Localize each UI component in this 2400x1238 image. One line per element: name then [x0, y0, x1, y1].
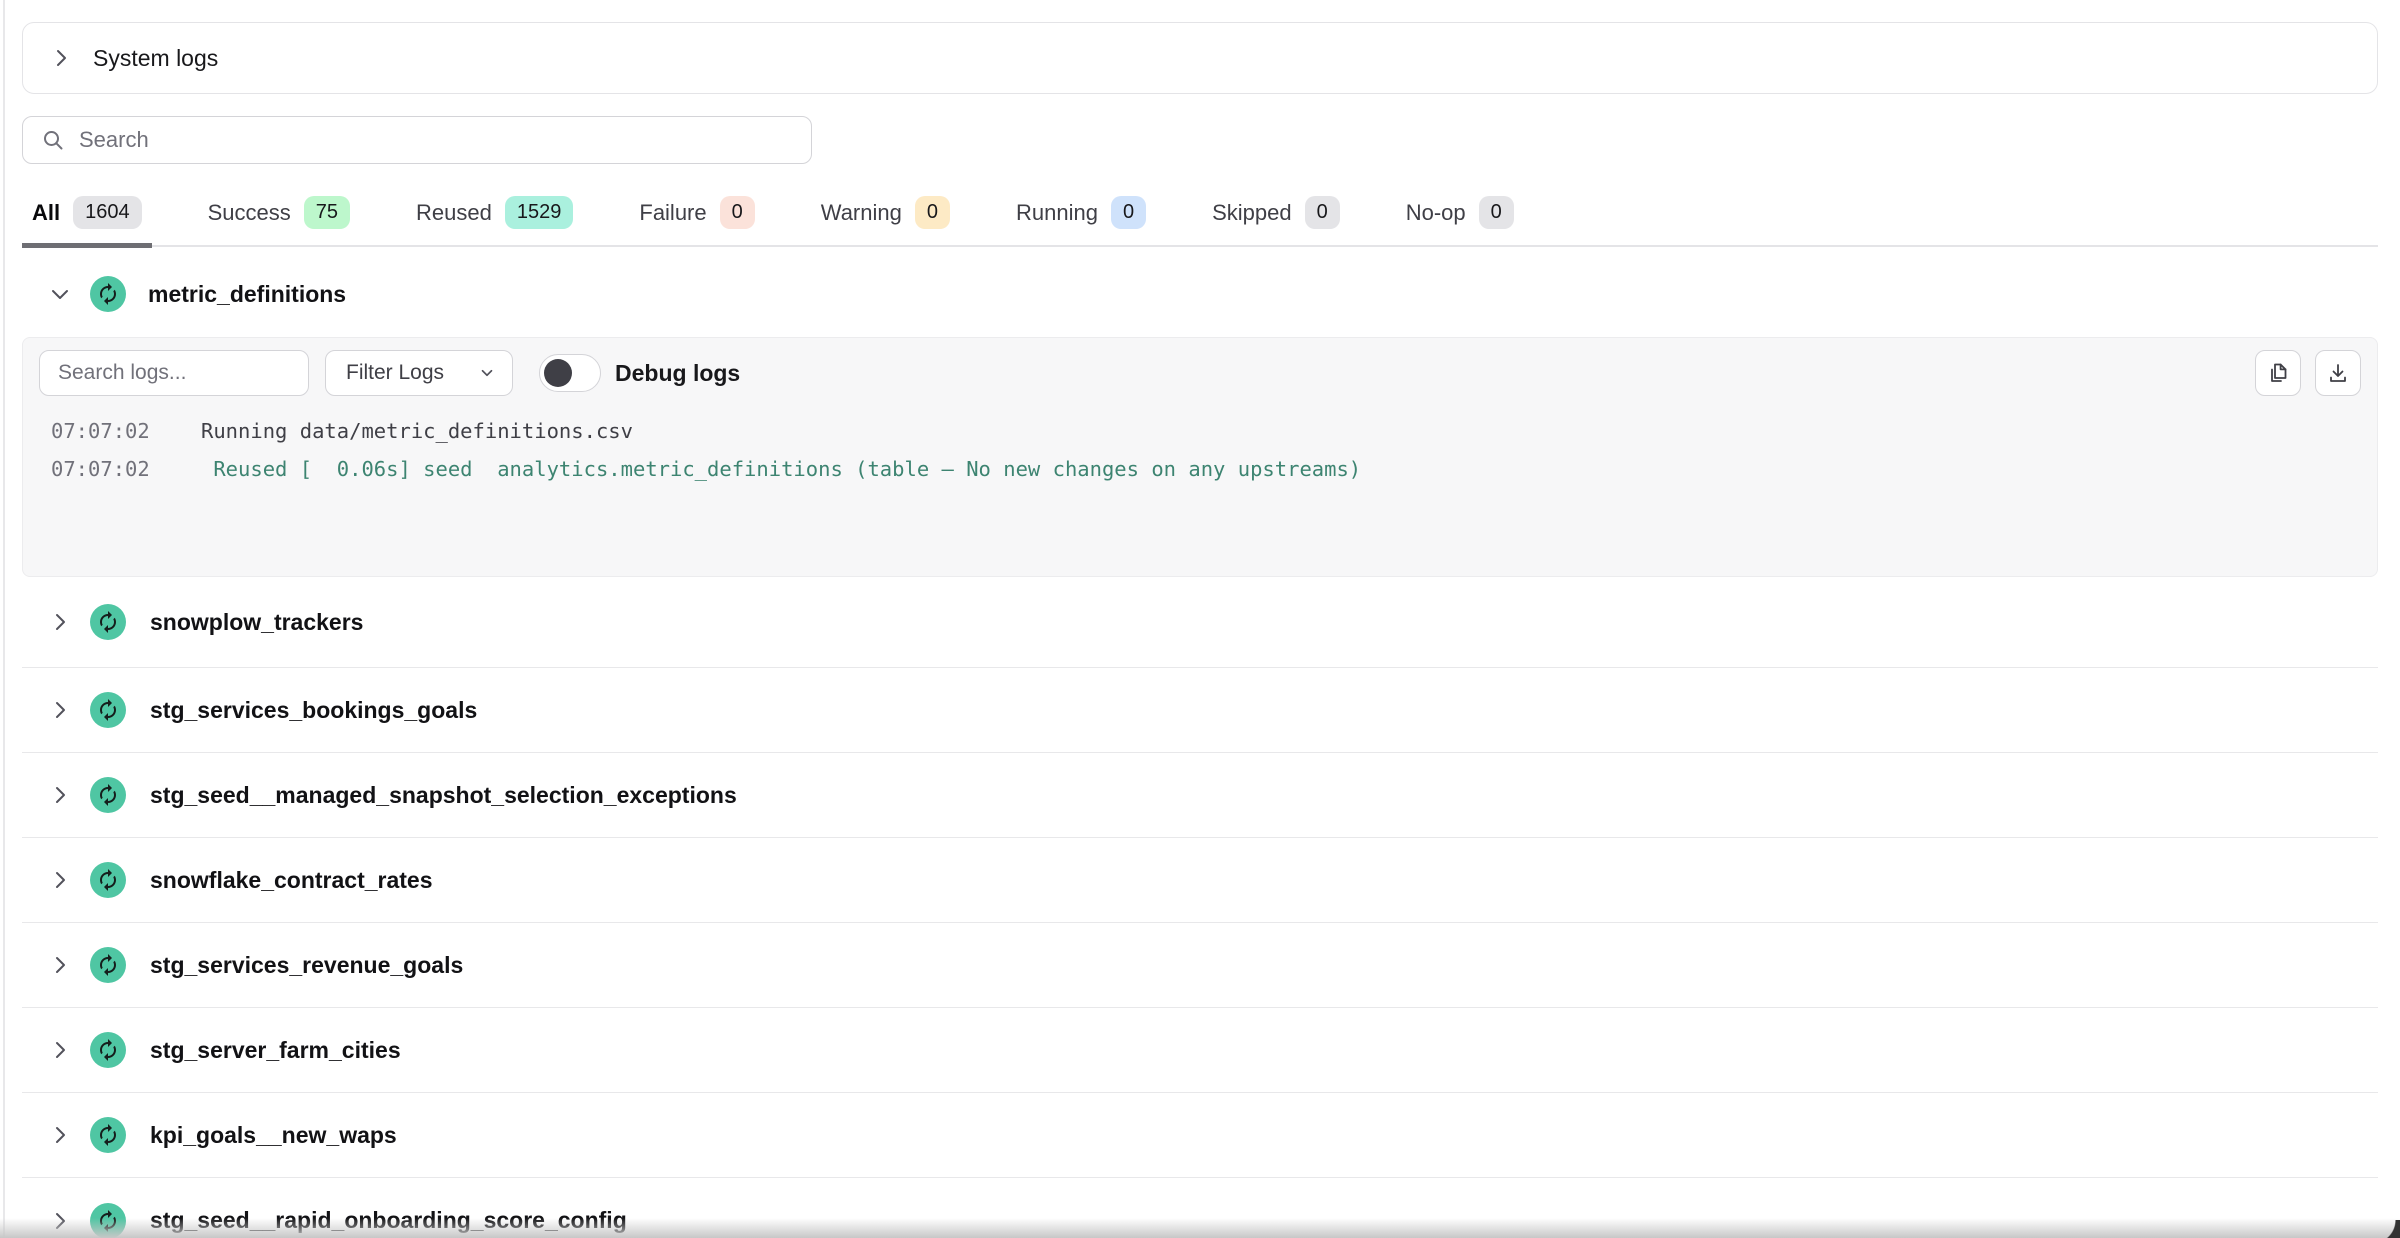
- model-row-metric_definitions[interactable]: metric_definitions: [22, 269, 2378, 319]
- model-row-stg_server_farm_cities[interactable]: stg_server_farm_cities: [22, 1008, 2378, 1093]
- chevron-right-icon: [48, 698, 72, 722]
- model-name: kpi_goals__new_waps: [150, 1122, 397, 1149]
- panel-left-divider: [3, 0, 5, 1238]
- search-box: [22, 116, 812, 164]
- log-timestamp: 07:07:02: [51, 412, 201, 450]
- model-name: stg_services_bookings_goals: [150, 697, 477, 724]
- sync-icon: [90, 276, 126, 312]
- count-badge: 1604: [73, 196, 142, 229]
- log-timestamp: 07:07:02: [51, 450, 201, 488]
- main-content: System logs All 1604 Success 75 Reused 1…: [22, 0, 2378, 1238]
- sync-icon: [90, 604, 126, 640]
- debug-logs-label: Debug logs: [615, 360, 740, 387]
- log-message: Reused [ 0.06s] seed analytics.metric_de…: [201, 450, 1361, 488]
- debug-logs-toggle[interactable]: [539, 354, 601, 392]
- sync-icon: [90, 1032, 126, 1068]
- model-name: stg_services_revenue_goals: [150, 952, 463, 979]
- search-input[interactable]: [79, 127, 793, 153]
- chevron-right-icon: [48, 953, 72, 977]
- log-line: 07:07:02 Reused [ 0.06s] seed analytics.…: [51, 450, 2361, 488]
- search-icon: [41, 128, 65, 152]
- chevron-right-icon: [48, 783, 72, 807]
- model-name: snowflake_contract_rates: [150, 867, 433, 894]
- search-logs-input[interactable]: [39, 350, 309, 396]
- model-row-stg_services_revenue_goals[interactable]: stg_services_revenue_goals: [22, 923, 2378, 1008]
- model-row-snowflake_contract_rates[interactable]: snowflake_contract_rates: [22, 838, 2378, 923]
- model-row-stg_seed__managed_snapshot_selection_exceptions[interactable]: stg_seed__managed_snapshot_selection_exc…: [22, 753, 2378, 838]
- sync-icon: [90, 1117, 126, 1153]
- log-line: 07:07:02 Running data/metric_definitions…: [51, 412, 2361, 450]
- model-name: stg_seed__managed_snapshot_selection_exc…: [150, 782, 737, 809]
- count-badge: 0: [720, 196, 755, 229]
- system-logs-label: System logs: [93, 45, 218, 72]
- count-badge: 1529: [505, 196, 574, 229]
- run-results-page: System logs All 1604 Success 75 Reused 1…: [0, 0, 2400, 1238]
- count-badge: 0: [1305, 196, 1340, 229]
- chevron-right-icon: [48, 610, 72, 634]
- count-badge: 0: [915, 196, 950, 229]
- tab-running[interactable]: Running 0: [1006, 192, 1156, 245]
- model-row-stg_seed__rapid_onboarding_score_config[interactable]: stg_seed__rapid_onboarding_score_config: [22, 1178, 2378, 1238]
- log-panel: Filter Logs Debug logs: [22, 337, 2378, 577]
- system-logs-row[interactable]: System logs: [22, 22, 2378, 94]
- tab-reused[interactable]: Reused 1529: [406, 192, 583, 245]
- chevron-down-icon: [478, 364, 496, 382]
- model-row-kpi_goals__new_waps[interactable]: kpi_goals__new_waps: [22, 1093, 2378, 1178]
- count-badge: 0: [1479, 196, 1514, 229]
- chevron-right-icon: [49, 46, 73, 70]
- model-name: metric_definitions: [148, 281, 346, 308]
- tab-failure[interactable]: Failure 0: [629, 192, 764, 245]
- chevron-right-icon: [48, 1209, 72, 1233]
- chevron-right-icon: [48, 1123, 72, 1147]
- chevron-right-icon: [48, 868, 72, 892]
- model-row-stg_services_bookings_goals[interactable]: stg_services_bookings_goals: [22, 668, 2378, 753]
- tab-skipped[interactable]: Skipped 0: [1202, 192, 1350, 245]
- tab-all[interactable]: All 1604: [22, 192, 152, 245]
- model-name: snowplow_trackers: [150, 609, 363, 636]
- sync-icon: [90, 1203, 126, 1238]
- sync-icon: [90, 947, 126, 983]
- count-badge: 75: [304, 196, 350, 229]
- chevron-right-icon: [48, 1038, 72, 1062]
- sync-icon: [90, 777, 126, 813]
- status-tabs: All 1604 Success 75 Reused 1529 Failure …: [22, 192, 2378, 247]
- toggle-knob: [544, 359, 572, 387]
- chevron-down-icon: [48, 282, 72, 306]
- model-row-snowplow_trackers[interactable]: snowplow_trackers: [22, 577, 2378, 668]
- model-name: stg_server_farm_cities: [150, 1037, 401, 1064]
- copy-icon: [2266, 361, 2290, 385]
- tab-warning[interactable]: Warning 0: [811, 192, 960, 245]
- sync-icon: [90, 862, 126, 898]
- download-logs-button[interactable]: [2315, 350, 2361, 396]
- model-name: stg_seed__rapid_onboarding_score_config: [150, 1207, 627, 1234]
- count-badge: 0: [1111, 196, 1146, 229]
- model-list: snowplow_trackers stg_services_bookings_…: [22, 577, 2378, 1238]
- download-icon: [2326, 361, 2350, 385]
- tab-success[interactable]: Success 75: [198, 192, 360, 245]
- tab-no-op[interactable]: No-op 0: [1396, 192, 1524, 245]
- filter-logs-dropdown[interactable]: Filter Logs: [325, 350, 513, 396]
- log-message: Running data/metric_definitions.csv: [201, 412, 633, 450]
- copy-logs-button[interactable]: [2255, 350, 2301, 396]
- log-toolbar: Filter Logs Debug logs: [39, 350, 2361, 396]
- sync-icon: [90, 692, 126, 728]
- log-output: 07:07:02 Running data/metric_definitions…: [39, 412, 2361, 488]
